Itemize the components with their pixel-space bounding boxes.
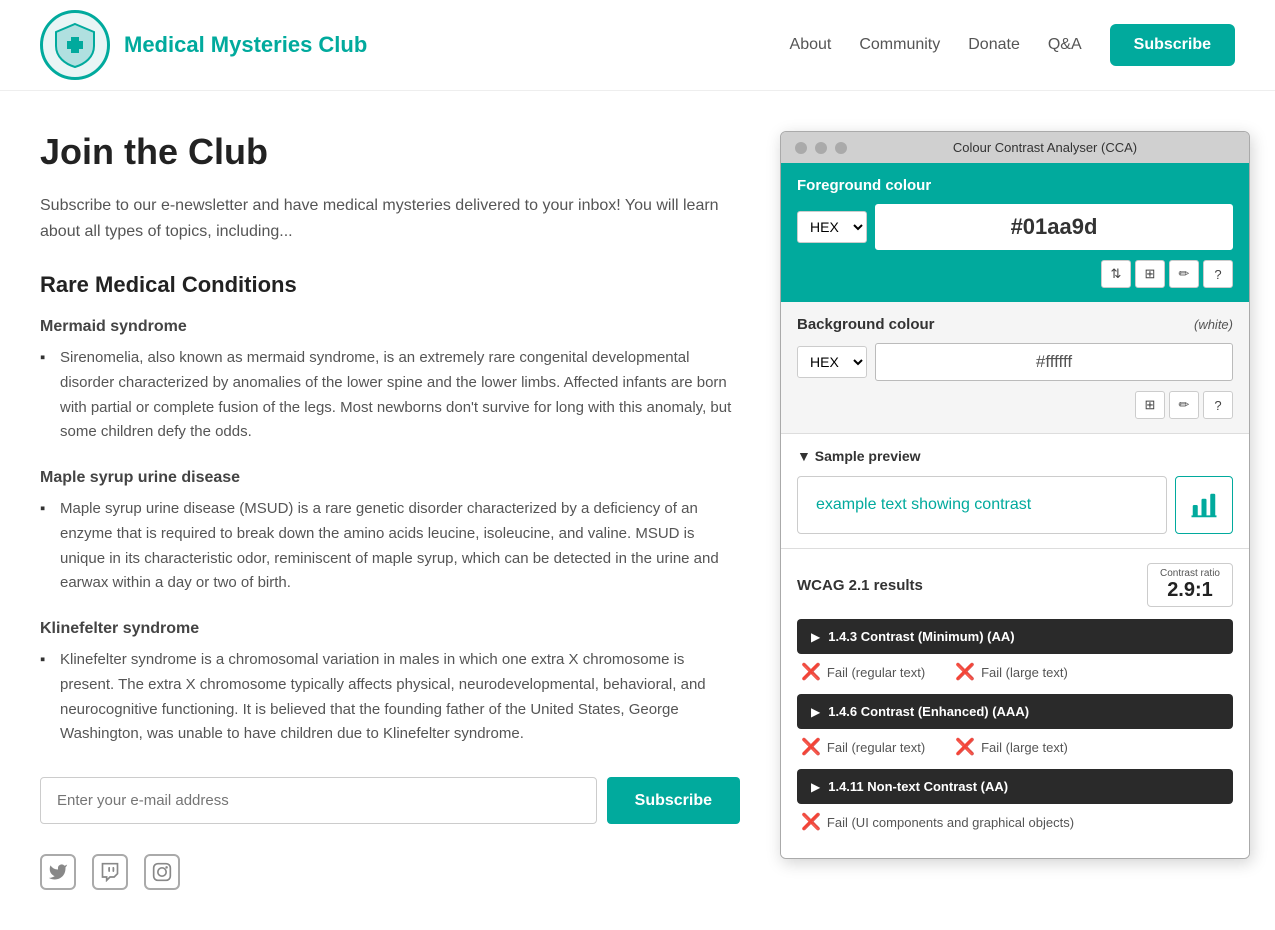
- nav-about[interactable]: About: [790, 36, 832, 54]
- cca-result-2-0: ❌ Fail (UI components and graphical obje…: [801, 812, 1074, 832]
- condition-list-1: Maple syrup urine disease (MSUD) is a ra…: [40, 497, 740, 596]
- site-header: Medical Mysteries Club About Community D…: [0, 0, 1275, 91]
- cca-bg-settings-btn[interactable]: ⊞: [1135, 391, 1165, 419]
- cca-preview-chart-btn[interactable]: [1175, 476, 1233, 534]
- cca-bg-note: (white): [1194, 317, 1233, 332]
- cca-fg-swap-btn[interactable]: ⇅: [1101, 260, 1131, 288]
- cca-result-text-1-1: Fail (large text): [981, 740, 1068, 755]
- cca-bg-eyedropper-btn[interactable]: ✏: [1169, 391, 1199, 419]
- site-logo: [40, 10, 110, 80]
- nav-subscribe-button[interactable]: Subscribe: [1110, 24, 1235, 66]
- cca-criterion-label-0: 1.4.3 Contrast (Minimum) (AA): [828, 629, 1014, 644]
- cca-criterion-2[interactable]: ▶ 1.4.11 Non-text Contrast (AA): [797, 769, 1233, 804]
- cca-criterion-play-0: ▶: [811, 630, 820, 644]
- content-area: Join the Club Subscribe to our e-newslet…: [40, 131, 740, 890]
- main-nav: About Community Donate Q&A Subscribe: [790, 24, 1235, 66]
- email-input[interactable]: [40, 777, 597, 824]
- cca-fg-input-row: HEX RGB HSL: [797, 204, 1233, 250]
- page-title: Join the Club: [40, 131, 740, 173]
- cca-criterion-label-2: 1.4.11 Non-text Contrast (AA): [828, 779, 1008, 794]
- cca-result-1-1: ❌ Fail (large text): [955, 737, 1068, 757]
- cca-result-text-0-0: Fail (regular text): [827, 665, 925, 680]
- cca-fg-section: Foreground colour HEX RGB HSL ⇅ ⊞ ✏ ?: [781, 163, 1249, 302]
- cca-bg-tools: ⊞ ✏ ?: [797, 391, 1233, 419]
- cca-fg-settings-btn[interactable]: ⊞: [1135, 260, 1165, 288]
- cca-fg-format-select[interactable]: HEX RGB HSL: [797, 211, 867, 243]
- cca-criterion-0[interactable]: ▶ 1.4.3 Contrast (Minimum) (AA): [797, 619, 1233, 654]
- titlebar-dot-green: [835, 142, 847, 154]
- social-icons: [40, 854, 740, 890]
- condition-item-1: Maple syrup urine disease (MSUD) is a ra…: [40, 497, 740, 596]
- cca-result-text-2-0: Fail (UI components and graphical object…: [827, 815, 1074, 830]
- cca-criterion-1[interactable]: ▶ 1.4.6 Contrast (Enhanced) (AAA): [797, 694, 1233, 729]
- cca-bg-help-btn[interactable]: ?: [1203, 391, 1233, 419]
- subscribe-button[interactable]: Subscribe: [607, 777, 740, 824]
- cca-preview-header: ▼ Sample preview: [797, 448, 1233, 464]
- fail-icon-1-0: ❌: [801, 737, 821, 757]
- cca-results-row-1: ❌ Fail (regular text) ❌ Fail (large text…: [797, 737, 1233, 757]
- cca-criterion-play-1: ▶: [811, 705, 820, 719]
- cca-contrast-box: Contrast ratio 2.9:1: [1147, 563, 1233, 607]
- titlebar-dot-red: [795, 142, 807, 154]
- cca-preview-section: ▼ Sample preview example text showing co…: [781, 434, 1249, 549]
- fail-icon-2-0: ❌: [801, 812, 821, 832]
- main-layout: Join the Club Subscribe to our e-newslet…: [0, 91, 1275, 930]
- cca-wcag-label: WCAG 2.1 results: [797, 577, 923, 594]
- cca-result-text-0-1: Fail (large text): [981, 665, 1068, 680]
- cca-bg-label: Background colour: [797, 316, 935, 333]
- twitter-icon[interactable]: [40, 854, 76, 890]
- cca-result-0-0: ❌ Fail (regular text): [801, 662, 925, 682]
- cca-criterion-label-1: 1.4.6 Contrast (Enhanced) (AAA): [828, 704, 1029, 719]
- cca-criterion-play-2: ▶: [811, 780, 820, 794]
- header-left: Medical Mysteries Club: [40, 10, 367, 80]
- nav-qa[interactable]: Q&A: [1048, 36, 1082, 54]
- cca-contrast-ratio-value: 2.9:1: [1160, 579, 1220, 602]
- condition-item-0: Sirenomelia, also known as mermaid syndr…: [40, 346, 740, 445]
- cca-title: Colour Contrast Analyser (CCA): [855, 140, 1235, 155]
- cca-wcag-section: WCAG 2.1 results Contrast ratio 2.9:1 ▶ …: [781, 549, 1249, 858]
- cca-result-1-0: ❌ Fail (regular text): [801, 737, 925, 757]
- condition-title-1: Maple syrup urine disease: [40, 469, 740, 487]
- nav-donate[interactable]: Donate: [968, 36, 1020, 54]
- email-form: Subscribe: [40, 777, 740, 824]
- cca-bg-input-row: HEX RGB HSL: [797, 343, 1233, 381]
- instagram-icon[interactable]: [144, 854, 180, 890]
- cca-preview-text: example text showing contrast: [797, 476, 1167, 534]
- cca-fg-help-btn[interactable]: ?: [1203, 260, 1233, 288]
- condition-item-2: Klinefelter syndrome is a chromosomal va…: [40, 648, 740, 747]
- intro-text: Subscribe to our e-newsletter and have m…: [40, 193, 740, 244]
- cca-wcag-header: WCAG 2.1 results Contrast ratio 2.9:1: [797, 563, 1233, 607]
- cca-bg-header: Background colour (white): [797, 316, 1233, 333]
- cca-bg-section: Background colour (white) HEX RGB HSL ⊞ …: [781, 302, 1249, 434]
- cca-fg-tools: ⇅ ⊞ ✏ ?: [797, 260, 1233, 288]
- condition-list-0: Sirenomelia, also known as mermaid syndr…: [40, 346, 740, 445]
- cca-results-row-2: ❌ Fail (UI components and graphical obje…: [797, 812, 1233, 832]
- section-heading: Rare Medical Conditions: [40, 272, 740, 298]
- cca-results-row-0: ❌ Fail (regular text) ❌ Fail (large text…: [797, 662, 1233, 682]
- cca-fg-hex-input[interactable]: [875, 204, 1233, 250]
- twitch-icon[interactable]: [92, 854, 128, 890]
- condition-title-0: Mermaid syndrome: [40, 318, 740, 336]
- condition-list-2: Klinefelter syndrome is a chromosomal va…: [40, 648, 740, 747]
- cca-preview-row: example text showing contrast: [797, 476, 1233, 534]
- cca-panel: Colour Contrast Analyser (CCA) Foregroun…: [780, 131, 1250, 859]
- cca-fg-eyedropper-btn[interactable]: ✏: [1169, 260, 1199, 288]
- fail-icon-0-1: ❌: [955, 662, 975, 682]
- chart-icon: [1189, 490, 1219, 520]
- condition-title-2: Klinefelter syndrome: [40, 620, 740, 638]
- cca-result-text-1-0: Fail (regular text): [827, 740, 925, 755]
- cca-fg-label: Foreground colour: [797, 177, 1233, 194]
- cca-contrast-ratio-label: Contrast ratio: [1160, 568, 1220, 579]
- cca-bg-hex-input[interactable]: [875, 343, 1233, 381]
- fail-icon-0-0: ❌: [801, 662, 821, 682]
- cca-result-0-1: ❌ Fail (large text): [955, 662, 1068, 682]
- cca-titlebar: Colour Contrast Analyser (CCA): [781, 132, 1249, 163]
- nav-community[interactable]: Community: [859, 36, 940, 54]
- cca-bg-format-select[interactable]: HEX RGB HSL: [797, 346, 867, 378]
- titlebar-dot-yellow: [815, 142, 827, 154]
- fail-icon-1-1: ❌: [955, 737, 975, 757]
- site-title: Medical Mysteries Club: [124, 32, 367, 58]
